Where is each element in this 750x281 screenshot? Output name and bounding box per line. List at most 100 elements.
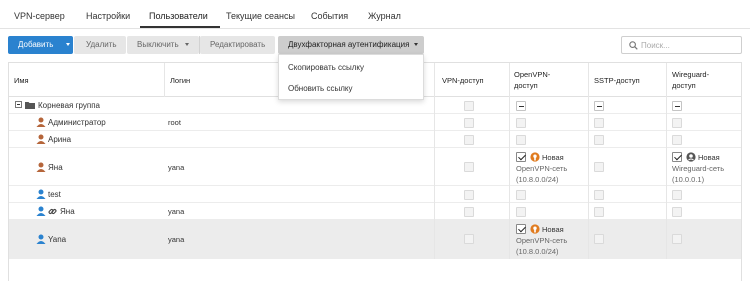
wireguard-access-checkbox[interactable] <box>672 135 682 145</box>
copy-link-menu-item[interactable]: Скопировать ссылку <box>288 63 364 72</box>
add-button-label: Добавить <box>18 40 54 49</box>
sstp-access-checkbox[interactable] <box>594 162 604 172</box>
wireguard-access-checkbox[interactable] <box>672 190 682 200</box>
tab-vpn-server[interactable]: VPN-сервер <box>14 11 65 21</box>
two-factor-auth-button[interactable]: Двухфакторная аутентификация <box>278 36 424 54</box>
row-login: yana <box>168 163 185 172</box>
wireguard-access-checkbox[interactable] <box>672 152 682 162</box>
delete-button[interactable]: Удалить <box>74 36 126 54</box>
user-icon <box>36 189 46 199</box>
wireguard-access-checkbox[interactable] <box>672 234 682 244</box>
delete-button-label: Удалить <box>86 40 117 49</box>
row-name: Yana <box>48 235 67 244</box>
col-header-openvpn-line2[interactable]: доступ <box>514 80 538 91</box>
row-name: Администратор <box>48 118 106 127</box>
tab-sessions[interactable]: Текущие сеансы <box>226 11 295 21</box>
col-header-sstp[interactable]: SSTP-доступ <box>594 75 640 86</box>
table-row[interactable]: Яна yana Новая OpenVPN-сеть (10.8.0.0/24… <box>9 148 741 186</box>
chevron-down-icon <box>185 43 189 46</box>
table-row[interactable]: Администратор root <box>9 114 741 131</box>
search-icon <box>629 41 638 50</box>
add-button[interactable]: Добавить <box>8 36 73 54</box>
vpn-access-checkbox[interactable] <box>464 162 474 172</box>
wireguard-access-checkbox[interactable] <box>672 101 682 111</box>
sstp-access-checkbox[interactable] <box>594 190 604 200</box>
active-tab-indicator <box>140 26 220 28</box>
col-header-wireguard-line1[interactable]: Wireguard- <box>672 69 709 80</box>
link-icon <box>48 208 57 215</box>
tab-log[interactable]: Журнал <box>368 11 401 21</box>
col-divider <box>434 63 435 259</box>
vpn-access-checkbox[interactable] <box>464 101 474 111</box>
user-icon <box>36 206 46 216</box>
openvpn-access-checkbox[interactable] <box>516 118 526 128</box>
openvpn-access-checkbox[interactable] <box>516 101 526 111</box>
col-divider <box>509 63 510 259</box>
wireguard-access-checkbox[interactable] <box>672 207 682 217</box>
tab-users[interactable]: Пользователи <box>149 11 208 21</box>
row-login: yana <box>168 235 185 244</box>
sstp-access-checkbox[interactable] <box>594 118 604 128</box>
sstp-access-checkbox[interactable] <box>594 101 604 111</box>
folder-icon <box>25 102 35 109</box>
search-input[interactable] <box>641 38 737 52</box>
user-icon <box>36 234 46 244</box>
openvpn-access-checkbox[interactable] <box>516 207 526 217</box>
expand-tree-icon[interactable] <box>15 101 22 108</box>
row-login: root <box>168 118 181 127</box>
col-header-login[interactable]: Логин <box>170 75 190 86</box>
openvpn-access-checkbox[interactable] <box>516 190 526 200</box>
row-name: Арина <box>48 135 72 144</box>
sstp-access-checkbox[interactable] <box>594 207 604 217</box>
openvpn-network-address: (10.8.0.0/24) <box>516 247 559 256</box>
col-divider <box>588 63 589 259</box>
vpn-access-checkbox[interactable] <box>464 234 474 244</box>
col-header-wireguard-line2[interactable]: доступ <box>672 80 696 91</box>
vpn-access-checkbox[interactable] <box>464 118 474 128</box>
edit-button[interactable]: Редактировать <box>200 36 275 54</box>
openvpn-icon <box>530 152 540 162</box>
user-icon <box>36 117 46 127</box>
row-name: test <box>48 190 61 199</box>
col-divider <box>164 63 165 97</box>
col-divider <box>666 63 667 259</box>
chevron-down-icon <box>66 43 70 46</box>
wireguard-network-address: (10.0.0.1) <box>672 175 705 184</box>
wireguard-network-title: Новая <box>698 153 720 162</box>
table-row[interactable]: Яна yana <box>9 203 741 220</box>
disable-button[interactable]: Выключить <box>127 36 199 54</box>
table-row-selected[interactable]: Yana yana Новая OpenVPN-сеть (10.8.0.0/2… <box>9 220 741 259</box>
row-login: yana <box>168 207 185 216</box>
openvpn-access-checkbox[interactable] <box>516 135 526 145</box>
tab-bar: VPN-сервер Настройки Пользователи Текущи… <box>0 0 750 29</box>
wireguard-icon <box>686 152 696 162</box>
edit-button-label: Редактировать <box>210 40 266 49</box>
wireguard-access-checkbox[interactable] <box>672 118 682 128</box>
openvpn-access-checkbox[interactable] <box>516 152 526 162</box>
vpn-access-checkbox[interactable] <box>464 135 474 145</box>
chevron-down-icon <box>414 43 418 46</box>
vpn-access-checkbox[interactable] <box>464 207 474 217</box>
col-header-vpn[interactable]: VPN-доступ <box>442 75 484 86</box>
sstp-access-checkbox[interactable] <box>594 135 604 145</box>
user-icon <box>36 162 46 172</box>
openvpn-network-name: OpenVPN-сеть <box>516 164 568 173</box>
openvpn-icon <box>530 224 540 234</box>
refresh-link-menu-item[interactable]: Обновить ссылку <box>288 84 352 93</box>
openvpn-network-address: (10.8.0.0/24) <box>516 175 559 184</box>
disable-button-label: Выключить <box>137 40 179 49</box>
openvpn-access-checkbox[interactable] <box>516 224 526 234</box>
col-header-openvpn-line1[interactable]: OpenVPN- <box>514 69 550 80</box>
table-row[interactable]: Арина <box>9 131 741 148</box>
openvpn-network-title: Новая <box>542 225 564 234</box>
sstp-access-checkbox[interactable] <box>594 234 604 244</box>
table-row[interactable]: test <box>9 186 741 203</box>
two-factor-dropdown-menu: Скопировать ссылку Обновить ссылку <box>278 54 424 100</box>
tab-settings[interactable]: Настройки <box>86 11 130 21</box>
vpn-access-checkbox[interactable] <box>464 190 474 200</box>
col-header-name[interactable]: Имя <box>14 75 29 86</box>
tab-events[interactable]: События <box>311 11 348 21</box>
openvpn-network-name: OpenVPN-сеть <box>516 236 568 245</box>
row-name: Корневая группа <box>38 101 100 110</box>
openvpn-network-title: Новая <box>542 153 564 162</box>
